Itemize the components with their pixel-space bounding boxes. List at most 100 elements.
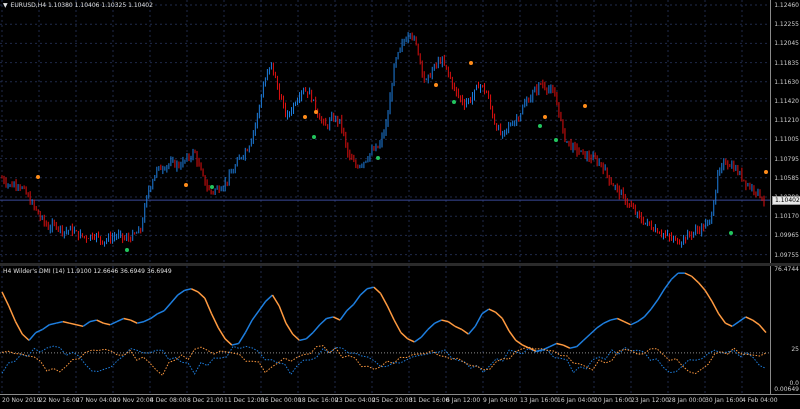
- adx-line-segment: [488, 308, 496, 313]
- price-tick-label: 1.11420: [774, 98, 799, 105]
- adx-line-segment: [8, 305, 17, 322]
- sell-signal-dot: [543, 115, 547, 119]
- adx-line-segment: [366, 286, 375, 290]
- time-tick-label: 23 Jan 12:00: [631, 397, 669, 404]
- adx-line-segment: [359, 288, 368, 296]
- adx-line-segment: [305, 332, 314, 340]
- sell-signal-dot: [303, 115, 307, 119]
- indicator-pane[interactable]: [0, 266, 770, 394]
- adx-line-segment: [630, 320, 638, 326]
- adx-line-segment: [116, 317, 125, 323]
- adx-line-segment: [82, 320, 91, 327]
- buy-signal-dot: [554, 138, 558, 142]
- adx-line-segment: [265, 294, 273, 302]
- adx-line-segment: [508, 330, 517, 341]
- adx-line-segment: [684, 272, 692, 277]
- adx-line-segment: [461, 328, 469, 335]
- adx-line-segment: [150, 313, 158, 320]
- adx-line-segment: [589, 327, 598, 335]
- time-tick-label: 20 Nov 2019: [2, 397, 41, 404]
- adx-line-segment: [352, 294, 361, 305]
- adx-line-segment: [704, 289, 713, 302]
- sell-signal-dot: [583, 104, 587, 108]
- time-tick-label: 4 Dec 08:00: [150, 397, 187, 404]
- adx-line-segment: [420, 328, 429, 338]
- sell-signal-dot: [469, 61, 473, 65]
- indicator-axis[interactable]: 76.4744 25 0.0 0.00649: [770, 266, 800, 394]
- adx-line-segment: [379, 293, 389, 307]
- time-tick-label: 6 Jan 12:00: [446, 397, 481, 404]
- adx-line-segment: [637, 316, 645, 323]
- sell-signal-dot: [434, 83, 438, 87]
- price-axis[interactable]: 1.12460 1.12255 1.12045 1.11835 1.11630 1.114…: [770, 0, 800, 263]
- buy-signal-dot: [312, 135, 316, 139]
- adx-line-segment: [184, 288, 192, 292]
- adx-line-segment: [758, 324, 767, 334]
- time-tick-label: 9 Jan 04:00: [483, 397, 518, 404]
- adx-line-segment: [89, 319, 97, 323]
- adx-line-segment: [62, 320, 70, 324]
- adx-line-segment: [299, 338, 307, 342]
- adx-line-segment: [427, 322, 436, 330]
- price-tick-label: 1.10170: [774, 213, 799, 221]
- adx-line-segment: [244, 319, 253, 333]
- adx-line-segment: [447, 320, 456, 327]
- adx-line-segment: [576, 339, 584, 348]
- adx-line-segment: [123, 317, 131, 321]
- adx-line-segment: [76, 324, 84, 328]
- adx-line-segment: [319, 317, 328, 326]
- price-tick-label: 1.12045: [774, 40, 799, 48]
- buy-signal-dot: [538, 124, 542, 128]
- buy-signal-dot: [125, 248, 129, 252]
- sell-signal-dot: [764, 170, 768, 174]
- time-tick-label: 4 Feb 04:00: [742, 397, 778, 404]
- adx-line-segment: [569, 345, 577, 349]
- indicator-axis-top: 76.4744: [774, 266, 799, 273]
- time-tick-label: 27 Nov 04:00: [76, 397, 117, 404]
- dmi-indicator-canvas[interactable]: [0, 266, 770, 394]
- adx-line-segment: [42, 324, 50, 331]
- price-tick-label: 1.11630: [774, 78, 799, 86]
- sell-signal-dot: [36, 175, 40, 179]
- buy-signal-dot: [210, 185, 214, 189]
- price-chart-pane[interactable]: [0, 0, 770, 263]
- time-tick-label: 11 Dec 12:00: [224, 397, 265, 404]
- adx-line-segment: [467, 325, 476, 335]
- di-minus-line: [1, 345, 767, 377]
- adx-line-segment: [501, 318, 510, 332]
- adx-line-segment: [271, 294, 280, 307]
- current-price-label: 1.10402: [772, 196, 800, 205]
- adx-line-segment: [137, 320, 145, 324]
- adx-line-segment: [434, 319, 442, 324]
- price-tick-label: 1.12255: [774, 21, 799, 29]
- sell-signal-dot: [184, 183, 188, 187]
- adx-line-segment: [691, 275, 699, 284]
- buy-signal-dot: [452, 100, 456, 104]
- adx-line-segment: [278, 305, 287, 324]
- adx-line-segment: [157, 309, 165, 315]
- adx-line-segment: [441, 319, 449, 323]
- adx-line-segment: [596, 322, 605, 329]
- buy-signal-dot: [376, 156, 380, 160]
- caret-down-icon[interactable]: ▼: [3, 2, 8, 9]
- adx-line-segment: [14, 321, 23, 335]
- indicator-caption: H4 Wilder's DMI (14) 11.9100 12.6646 36.…: [3, 268, 172, 275]
- adx-line-segment: [251, 310, 260, 321]
- adx-line-segment: [610, 317, 618, 321]
- adx-line-segment: [237, 332, 247, 344]
- adx-line-segment: [454, 325, 463, 331]
- adx-line-segment: [549, 342, 557, 348]
- indicator-axis-mid: 25: [791, 346, 799, 353]
- time-tick-label: 8 Dec 21:00: [187, 397, 224, 404]
- di-plus-line: [1, 345, 767, 376]
- adx-line-segment: [495, 311, 503, 320]
- adx-line-segment: [731, 320, 740, 327]
- price-tick-label: 1.11835: [774, 59, 799, 67]
- time-tick-label: 25 Dec 20:00: [372, 397, 413, 404]
- adx-line-segment: [49, 322, 57, 326]
- price-chart-canvas[interactable]: [0, 0, 770, 263]
- adx-line-segment: [657, 288, 666, 301]
- time-tick-label: 31 Dec 16:00: [409, 397, 450, 404]
- adx-line-segment: [582, 333, 591, 341]
- time-axis[interactable]: 20 Nov 2019 22 Nov 16:00 27 Nov 04:00 29 No…: [0, 394, 800, 409]
